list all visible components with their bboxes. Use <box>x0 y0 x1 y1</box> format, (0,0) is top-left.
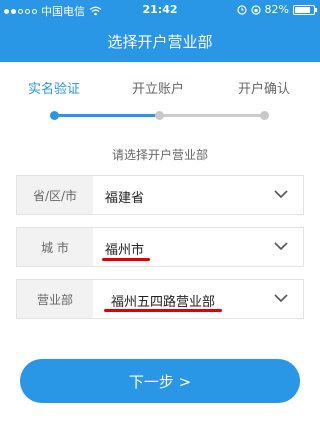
status-right: 82% <box>236 3 317 16</box>
progress-line-inactive <box>160 114 262 117</box>
orientation-lock-icon <box>250 4 261 15</box>
step-dot-verify <box>50 111 59 120</box>
province-select[interactable]: 省/区/市 福建省 <box>16 175 304 215</box>
chevron-down-icon <box>274 242 288 251</box>
city-value: 福州市 <box>105 243 145 258</box>
step-dot-open-account <box>155 111 164 120</box>
city-label: 城 市 <box>17 228 93 266</box>
chevron-down-icon <box>274 190 288 199</box>
step-label-open-account: 开立账户 <box>132 82 185 97</box>
battery-percent: 82% <box>264 3 289 16</box>
battery-icon <box>293 4 317 15</box>
branch-select[interactable]: 营业部 福州五四路营业部 <box>16 279 304 319</box>
next-step-label: 下一步 > <box>128 372 192 391</box>
step-indicator: 实名验证 开立账户 开户确认 <box>0 62 320 137</box>
province-value: 福建省 <box>105 191 145 206</box>
city-highlight-underline <box>102 258 150 261</box>
province-label: 省/区/市 <box>17 176 93 214</box>
alarm-icon <box>236 4 247 15</box>
status-bar: 中国电信 21:42 82% <box>0 0 320 20</box>
step-label-confirm: 开户确认 <box>238 82 291 97</box>
branch-highlight-underline <box>104 309 222 312</box>
branch-value: 福州五四路营业部 <box>111 295 216 310</box>
page-title: 选择开户营业部 <box>107 32 213 51</box>
next-step-button[interactable]: 下一步 > <box>20 359 300 403</box>
section-title: 请选择开户营业部 <box>111 148 208 162</box>
step-dot-confirm <box>260 111 269 120</box>
city-select[interactable]: 城 市 福州市 <box>16 227 304 267</box>
chevron-down-icon <box>274 294 288 303</box>
nav-bar: 选择开户营业部 <box>0 20 320 62</box>
step-label-verify: 实名验证 <box>28 82 81 97</box>
progress-line-active <box>58 114 156 117</box>
battery-fill <box>295 6 310 13</box>
branch-label: 营业部 <box>17 280 93 318</box>
